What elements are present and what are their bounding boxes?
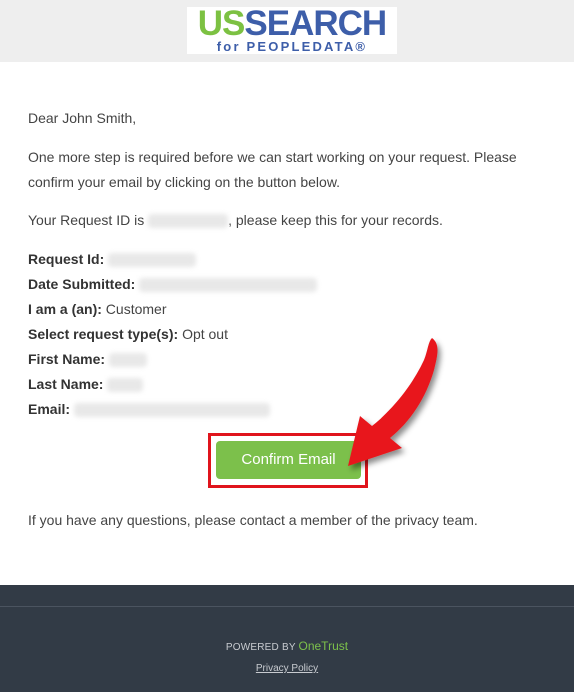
- red-arrow-icon: [348, 338, 438, 466]
- date-submitted-label: Date Submitted:: [28, 276, 136, 292]
- step-instructions: One more step is required before we can …: [28, 149, 517, 190]
- field-date-submitted: Date Submitted:: [28, 272, 318, 297]
- field-request-type: Select request type(s): Opt out: [28, 322, 228, 347]
- request-id-prefix: Your Request ID is: [28, 212, 145, 228]
- logo-search-text: SEARCH: [244, 4, 387, 43]
- redacted-request-id-value: [108, 253, 197, 268]
- ussearch-logo: USSEARCH for PEOPLEDATA®: [187, 4, 397, 54]
- field-last-name: Last Name:: [28, 372, 144, 397]
- redacted-date-submitted: [139, 278, 318, 293]
- request-id-suffix: , please keep this for your records.: [228, 212, 443, 228]
- questions-text: If you have any questions, please contac…: [28, 512, 478, 528]
- email-header: USSEARCH for PEOPLEDATA®: [0, 0, 574, 62]
- field-first-name: First Name:: [28, 347, 147, 372]
- iam-value: Customer: [105, 301, 167, 317]
- email-footer: POWERED BY OneTrust Privacy Policy: [0, 585, 574, 692]
- request-type-value: Opt out: [182, 326, 228, 342]
- redacted-email: [73, 403, 270, 418]
- first-name-label: First Name:: [28, 351, 106, 367]
- last-name-label: Last Name:: [28, 376, 104, 392]
- request-id-sentence: Your Request ID is , please keep this fo…: [28, 208, 443, 233]
- redacted-last-name: [107, 378, 144, 393]
- field-email: Email:: [28, 397, 270, 422]
- powered-by-label: POWERED BY: [225, 642, 296, 653]
- redacted-request-id: [148, 214, 229, 229]
- greeting: Dear John Smith,: [28, 110, 137, 126]
- powered-by: POWERED BY OneTrust: [0, 639, 574, 653]
- field-request-id: Request Id:: [28, 247, 197, 272]
- logo-us-text: US: [197, 4, 246, 43]
- redacted-first-name: [108, 353, 147, 368]
- field-iam: I am a (an): Customer: [28, 297, 166, 322]
- logo-tagline: for PEOPLEDATA®: [216, 39, 368, 54]
- request-type-label: Select request type(s):: [28, 326, 179, 342]
- footer-divider: [0, 606, 574, 607]
- privacy-policy: Privacy Policy: [0, 663, 574, 674]
- iam-label: I am a (an):: [28, 301, 102, 317]
- email-label: Email:: [28, 401, 71, 417]
- onetrust-link[interactable]: OneTrust: [299, 639, 349, 653]
- privacy-policy-link[interactable]: Privacy Policy: [256, 663, 318, 674]
- request-id-label: Request Id:: [28, 251, 105, 267]
